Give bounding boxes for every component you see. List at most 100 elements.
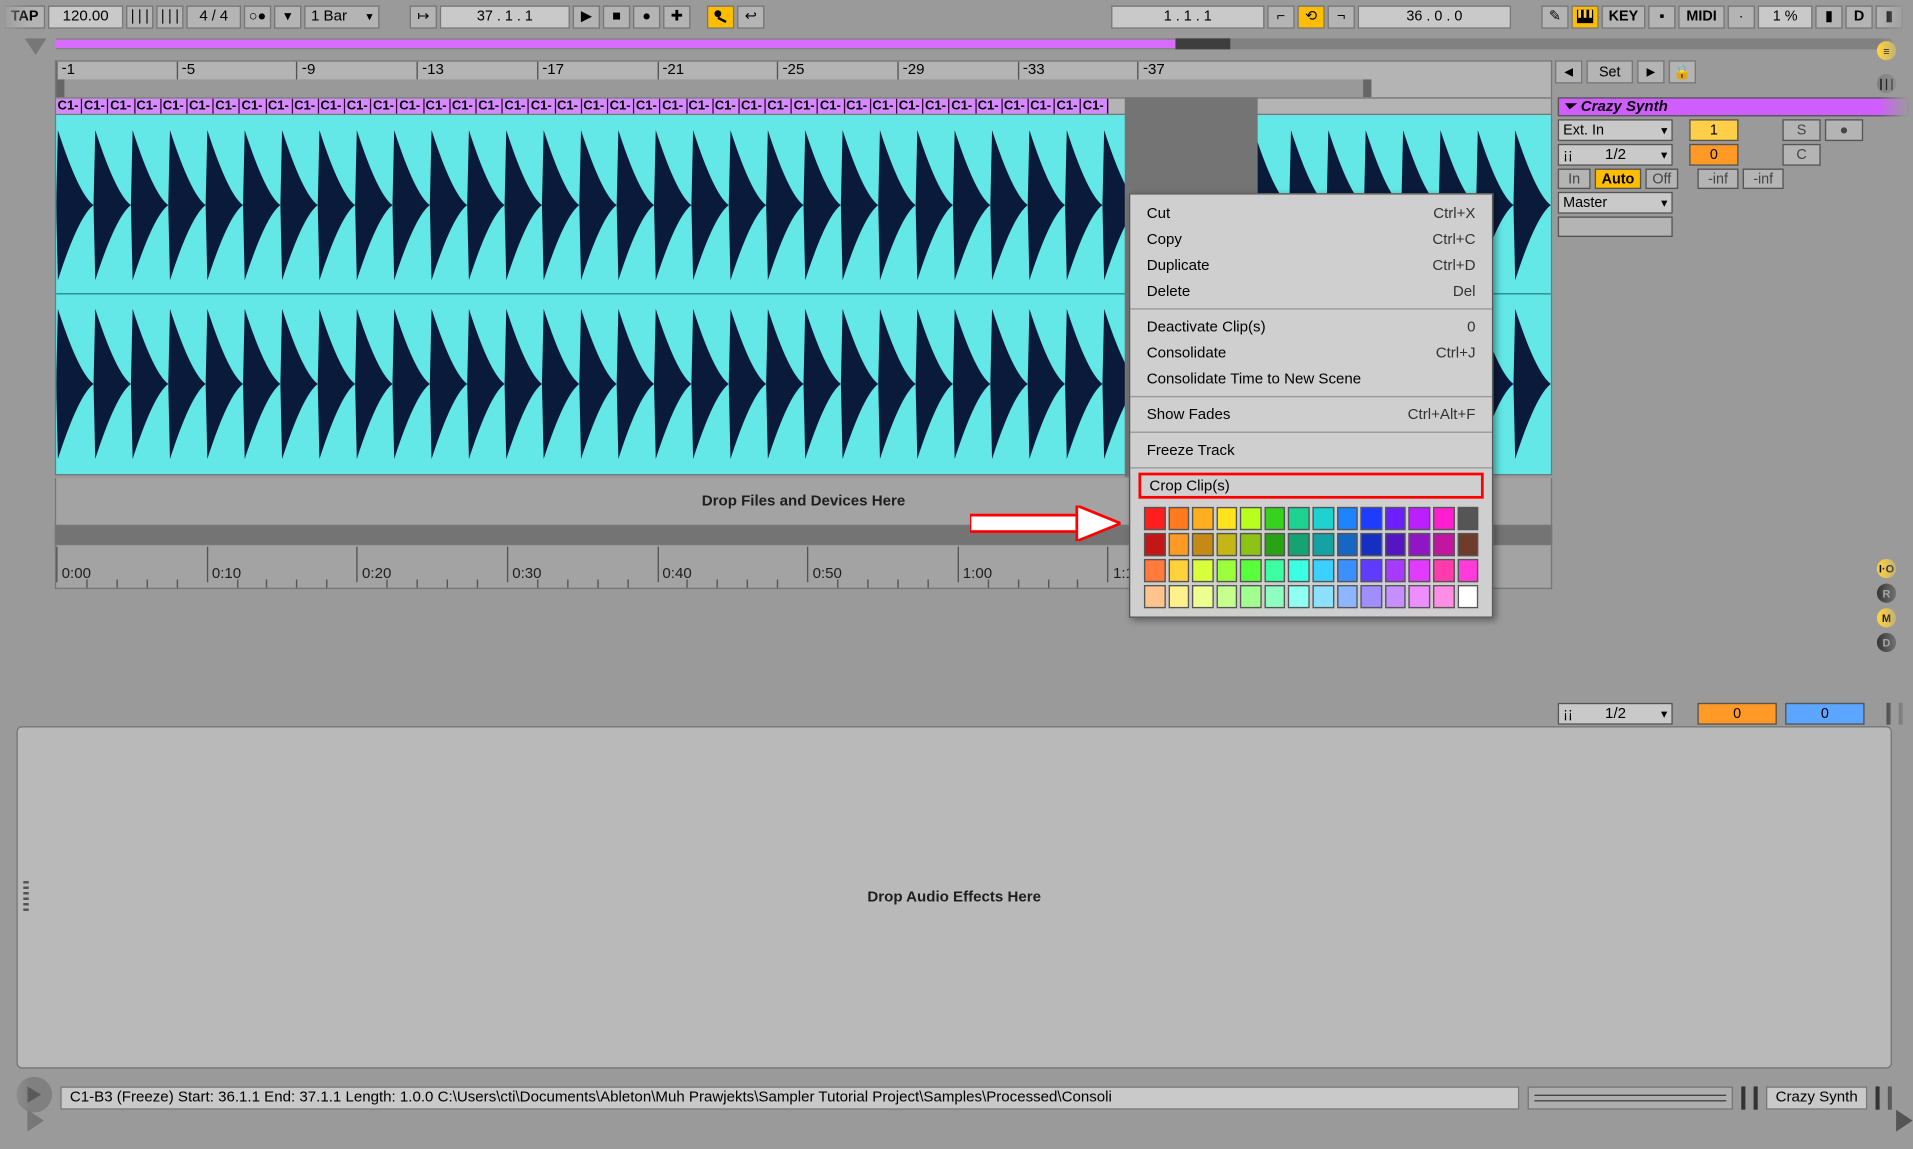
color-swatch[interactable] [1168, 507, 1189, 530]
disk-overload-button[interactable]: D [1845, 5, 1872, 28]
color-swatch[interactable] [1192, 559, 1213, 582]
loop-brace-bar[interactable]: ◄ Set ► 🔒 [55, 79, 1552, 97]
clip-segment[interactable]: C1- [109, 99, 135, 114]
play-button[interactable]: ▶ [573, 5, 600, 28]
color-swatch[interactable] [1313, 533, 1334, 556]
color-swatch[interactable] [1288, 533, 1309, 556]
menu-toggle-icon[interactable]: ≡ [1877, 41, 1896, 60]
solo-button[interactable]: S [1782, 119, 1820, 141]
monitor-auto-button[interactable]: Auto [1595, 169, 1642, 190]
context-menu-item[interactable]: Consolidate Time to New Scene [1130, 366, 1492, 392]
stop-button[interactable]: ■ [603, 5, 630, 28]
color-swatch[interactable] [1240, 585, 1261, 608]
master-send-b[interactable]: 0 [1785, 703, 1864, 725]
color-swatch[interactable] [1361, 585, 1382, 608]
context-menu-item[interactable]: Freeze Track [1130, 437, 1492, 463]
color-swatch[interactable] [1288, 507, 1309, 530]
clip-segment[interactable]: C1- [556, 99, 582, 114]
color-swatch[interactable] [1457, 559, 1478, 582]
loop-start[interactable]: 1 . 1 . 1 [1111, 5, 1264, 28]
context-menu-item[interactable]: Deactivate Clip(s)0 [1130, 314, 1492, 340]
clip-segment[interactable]: C1- [871, 99, 897, 114]
clip-segment[interactable]: C1- [214, 99, 240, 114]
color-swatch[interactable] [1288, 559, 1309, 582]
context-menu-item[interactable]: CopyCtrl+C [1130, 226, 1492, 252]
color-swatch[interactable] [1144, 585, 1165, 608]
color-swatch[interactable] [1313, 507, 1334, 530]
context-menu-item[interactable]: CutCtrl+X [1130, 200, 1492, 226]
device-drop-zone[interactable]: Drop Audio Effects Here [16, 726, 1892, 1069]
color-swatch[interactable] [1337, 533, 1358, 556]
metronome-button[interactable]: ○● [244, 5, 271, 28]
color-swatch[interactable] [1385, 507, 1406, 530]
clip-segment[interactable]: C1- [529, 99, 555, 114]
monitor-off-button[interactable]: Off [1645, 169, 1678, 190]
color-swatch[interactable] [1361, 533, 1382, 556]
input-channel-select[interactable]: ¡¡ 1/2 [1558, 144, 1673, 166]
clip-play-button[interactable] [16, 1077, 52, 1113]
color-swatch[interactable] [1337, 585, 1358, 608]
color-swatch[interactable] [1192, 533, 1213, 556]
arrange-position[interactable]: 37 . 1 . 1 [440, 5, 570, 28]
clip-segment[interactable]: C1- [161, 99, 187, 114]
monitor-in-button[interactable]: In [1558, 169, 1591, 190]
color-swatch[interactable] [1433, 533, 1454, 556]
browser-toggle-icon[interactable] [25, 38, 47, 54]
nudge-up-button[interactable]: ∣∣∣ [156, 5, 183, 28]
key-map-button[interactable]: KEY [1602, 5, 1646, 28]
metronome-dd-icon[interactable]: ▾ [274, 5, 301, 28]
record-button[interactable]: ● [633, 5, 660, 28]
clip-segment[interactable]: C1- [582, 99, 608, 114]
clip-segment[interactable]: C1- [1055, 99, 1081, 114]
color-swatch[interactable] [1409, 533, 1430, 556]
clip-segment[interactable]: C1- [293, 99, 319, 114]
color-swatch[interactable] [1168, 533, 1189, 556]
clip-segment[interactable]: C1- [976, 99, 1002, 114]
nudge-down-button[interactable]: ∣∣∣ [126, 5, 153, 28]
detail-resize-handle[interactable] [23, 881, 28, 914]
color-swatch[interactable] [1433, 559, 1454, 582]
midi-map-button[interactable]: MIDI [1678, 5, 1725, 28]
clip-segment[interactable]: C1- [634, 99, 660, 114]
clip-segment[interactable]: C1- [818, 99, 844, 114]
output-select[interactable]: Master [1558, 192, 1673, 214]
color-swatch[interactable] [1313, 585, 1334, 608]
device-chain-chip[interactable]: Crazy Synth [1766, 1086, 1867, 1109]
punch-out-button[interactable]: ¬ [1328, 5, 1355, 28]
color-swatch[interactable] [1240, 559, 1261, 582]
computer-midi-keyboard-button[interactable] [1571, 5, 1598, 28]
clip-segment[interactable]: C1- [950, 99, 976, 114]
context-menu-item[interactable]: Show FadesCtrl+Alt+F [1130, 401, 1492, 427]
track-title[interactable]: ⏷ Crazy Synth [1558, 97, 1909, 116]
loop-button[interactable]: ⟲ [1297, 5, 1324, 28]
color-swatch[interactable] [1337, 559, 1358, 582]
color-swatch[interactable] [1216, 533, 1237, 556]
color-swatch[interactable] [1409, 585, 1430, 608]
clip-segment[interactable]: C1- [792, 99, 818, 114]
master-send-a[interactable]: 0 [1697, 703, 1776, 725]
output-channel[interactable] [1558, 216, 1673, 237]
loop-length[interactable]: 36 . 0 . 0 [1358, 5, 1511, 28]
color-swatch[interactable] [1409, 559, 1430, 582]
color-swatch[interactable] [1385, 559, 1406, 582]
clip-segment[interactable]: C1- [845, 99, 871, 114]
clip-segment[interactable]: C1- [398, 99, 424, 114]
clip-segment[interactable]: C1- [345, 99, 371, 114]
clip-strip[interactable]: C1-C1-C1-C1-C1-C1-C1-C1-C1-C1-C1-C1-C1-C… [55, 97, 1552, 115]
color-swatch[interactable] [1264, 533, 1285, 556]
color-swatch[interactable] [1288, 585, 1309, 608]
color-swatch[interactable] [1168, 585, 1189, 608]
color-swatch[interactable] [1457, 533, 1478, 556]
arm-button[interactable]: ● [1825, 119, 1863, 141]
color-swatch[interactable] [1168, 559, 1189, 582]
clip-segment[interactable]: C1- [240, 99, 266, 114]
color-swatch[interactable] [1264, 585, 1285, 608]
color-swatch[interactable] [1361, 559, 1382, 582]
master-channel-select[interactable]: ¡¡ 1/2 [1558, 703, 1673, 725]
clip-segment[interactable]: C1- [135, 99, 161, 114]
context-menu-item[interactable]: DeleteDel [1130, 278, 1492, 304]
velocity-editor[interactable] [1528, 1086, 1734, 1109]
color-swatch[interactable] [1409, 507, 1430, 530]
color-swatch[interactable] [1240, 507, 1261, 530]
color-swatch[interactable] [1264, 507, 1285, 530]
